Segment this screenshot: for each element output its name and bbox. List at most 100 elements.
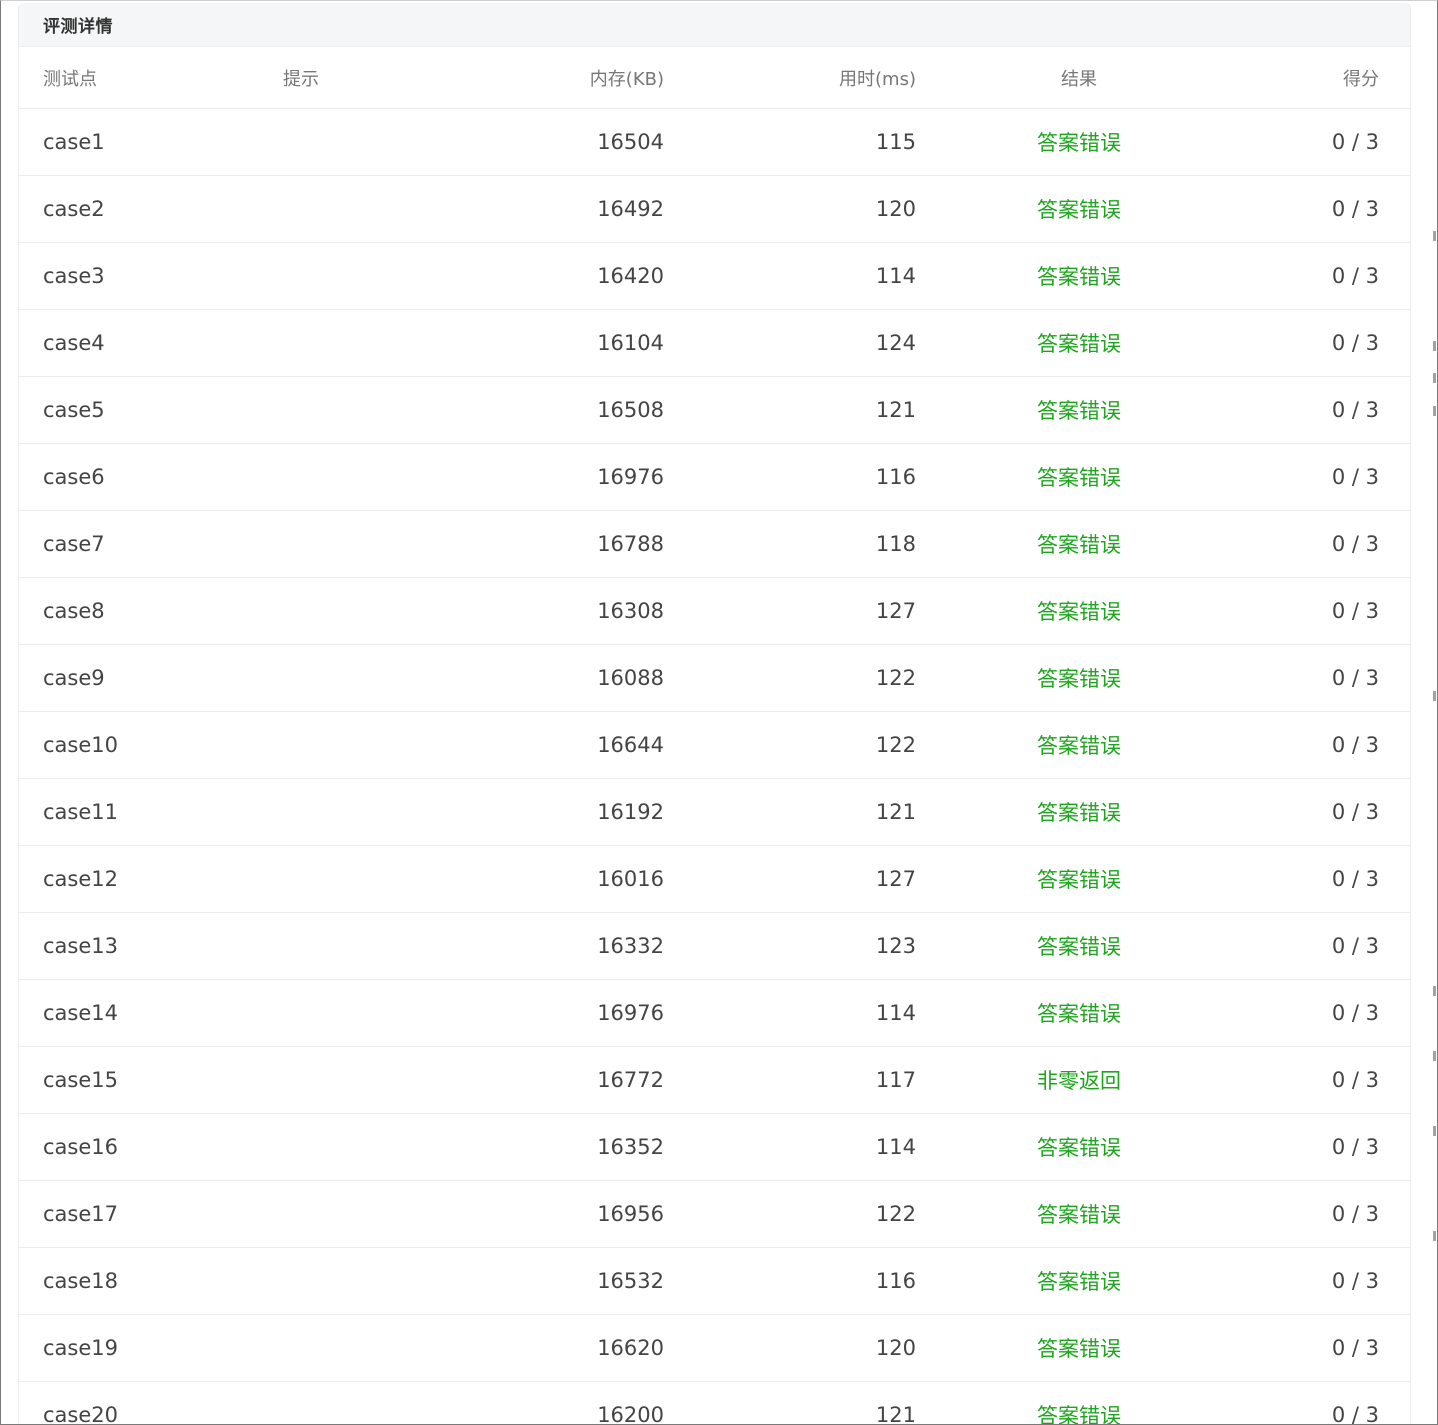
case-cell: case20 <box>43 1403 118 1425</box>
score-cell: 0 / 3 <box>1331 666 1379 690</box>
result-cell: 答案错误 <box>1037 198 1121 222</box>
time-cell: 114 <box>875 264 916 288</box>
score-cell: 0 / 3 <box>1331 867 1379 891</box>
time-cell: 117 <box>875 1068 916 1092</box>
table-row: case1 16504 115 答案错误 0 / 3 <box>19 109 1410 176</box>
result-cell: 答案错误 <box>1037 466 1121 490</box>
time-cell: 114 <box>875 1001 916 1025</box>
result-cell: 答案错误 <box>1037 801 1121 825</box>
memory-cell: 16088 <box>597 666 664 690</box>
score-cell: 0 / 3 <box>1331 331 1379 355</box>
case-cell: case18 <box>43 1269 118 1293</box>
memory-cell: 16956 <box>597 1202 664 1226</box>
result-cell: 答案错误 <box>1037 667 1121 691</box>
case-cell: case10 <box>43 733 118 757</box>
table-row: case5 16508 121 答案错误 0 / 3 <box>19 377 1410 444</box>
table-row: case13 16332 123 答案错误 0 / 3 <box>19 913 1410 980</box>
case-cell: case15 <box>43 1068 118 1092</box>
score-cell: 0 / 3 <box>1331 1336 1379 1360</box>
table-header-row: 测试点 提示 内存(KB) 用时(ms) 结果 得分 <box>19 47 1410 109</box>
result-cell: 答案错误 <box>1037 935 1121 959</box>
case-cell: case11 <box>43 800 118 824</box>
time-cell: 122 <box>875 733 916 757</box>
memory-cell: 16620 <box>597 1336 664 1360</box>
time-cell: 121 <box>875 1403 916 1425</box>
edge-mark <box>1433 691 1436 701</box>
result-cell: 答案错误 <box>1037 1136 1121 1160</box>
edge-mark <box>1433 1051 1436 1061</box>
time-cell: 121 <box>875 800 916 824</box>
score-cell: 0 / 3 <box>1331 1269 1379 1293</box>
case-cell: case5 <box>43 398 105 422</box>
table-row: case11 16192 121 答案错误 0 / 3 <box>19 779 1410 846</box>
memory-cell: 16200 <box>597 1403 664 1425</box>
case-cell: case14 <box>43 1001 118 1025</box>
table-row: case7 16788 118 答案错误 0 / 3 <box>19 511 1410 578</box>
case-cell: case1 <box>43 130 105 154</box>
case-cell: case12 <box>43 867 118 891</box>
time-cell: 120 <box>875 1336 916 1360</box>
table-row: case18 16532 116 答案错误 0 / 3 <box>19 1248 1410 1315</box>
time-cell: 116 <box>875 465 916 489</box>
score-cell: 0 / 3 <box>1331 264 1379 288</box>
memory-cell: 16532 <box>597 1269 664 1293</box>
result-cell: 答案错误 <box>1037 332 1121 356</box>
case-cell: case6 <box>43 465 105 489</box>
time-cell: 116 <box>875 1269 916 1293</box>
memory-cell: 16976 <box>597 1001 664 1025</box>
memory-cell: 16016 <box>597 867 664 891</box>
edge-mark <box>1433 1126 1436 1136</box>
memory-cell: 16772 <box>597 1068 664 1092</box>
table-row: case6 16976 116 答案错误 0 / 3 <box>19 444 1410 511</box>
score-cell: 0 / 3 <box>1331 1068 1379 1092</box>
result-cell: 答案错误 <box>1037 1404 1121 1425</box>
judge-details-panel: 评测详情 测试点 提示 内存(KB) 用时(ms) 结果 得分 case1 165… <box>18 3 1411 1425</box>
edge-mark <box>1433 373 1436 383</box>
result-cell: 答案错误 <box>1037 399 1121 423</box>
time-cell: 127 <box>875 599 916 623</box>
edge-mark <box>1433 406 1436 416</box>
memory-cell: 16308 <box>597 599 664 623</box>
right-edge-artifacts <box>1431 1 1437 1424</box>
memory-cell: 16420 <box>597 264 664 288</box>
table-row: case17 16956 122 答案错误 0 / 3 <box>19 1181 1410 1248</box>
case-cell: case7 <box>43 532 105 556</box>
column-header-hint: 提示 <box>283 68 319 90</box>
case-cell: case13 <box>43 934 118 958</box>
time-cell: 122 <box>875 666 916 690</box>
result-cell: 答案错误 <box>1037 600 1121 624</box>
time-cell: 122 <box>875 1202 916 1226</box>
table-row: case10 16644 122 答案错误 0 / 3 <box>19 712 1410 779</box>
table-row: case14 16976 114 答案错误 0 / 3 <box>19 980 1410 1047</box>
case-cell: case4 <box>43 331 105 355</box>
time-cell: 120 <box>875 197 916 221</box>
score-cell: 0 / 3 <box>1331 398 1379 422</box>
panel-title: 评测详情 <box>43 17 113 37</box>
memory-cell: 16788 <box>597 532 664 556</box>
time-cell: 118 <box>875 532 916 556</box>
table-row: case9 16088 122 答案错误 0 / 3 <box>19 645 1410 712</box>
screenshot-frame: 评测详情 测试点 提示 内存(KB) 用时(ms) 结果 得分 case1 165… <box>0 0 1438 1425</box>
time-cell: 124 <box>875 331 916 355</box>
case-cell: case9 <box>43 666 105 690</box>
column-header-case: 测试点 <box>43 68 97 90</box>
result-cell: 答案错误 <box>1037 1203 1121 1227</box>
edge-mark <box>1433 341 1436 351</box>
time-cell: 127 <box>875 867 916 891</box>
column-header-result: 结果 <box>1061 68 1097 90</box>
score-cell: 0 / 3 <box>1331 1001 1379 1025</box>
result-cell: 非零返回 <box>1037 1069 1121 1093</box>
score-cell: 0 / 3 <box>1331 733 1379 757</box>
panel-header: 评测详情 <box>19 3 1410 47</box>
table-row: case19 16620 120 答案错误 0 / 3 <box>19 1315 1410 1382</box>
score-cell: 0 / 3 <box>1331 599 1379 623</box>
score-cell: 0 / 3 <box>1331 934 1379 958</box>
table-row: case12 16016 127 答案错误 0 / 3 <box>19 846 1410 913</box>
memory-cell: 16504 <box>597 130 664 154</box>
score-cell: 0 / 3 <box>1331 800 1379 824</box>
column-header-memory: 内存(KB) <box>589 68 664 90</box>
time-cell: 121 <box>875 398 916 422</box>
result-cell: 答案错误 <box>1037 868 1121 892</box>
time-cell: 114 <box>875 1135 916 1159</box>
edge-mark <box>1433 231 1436 241</box>
